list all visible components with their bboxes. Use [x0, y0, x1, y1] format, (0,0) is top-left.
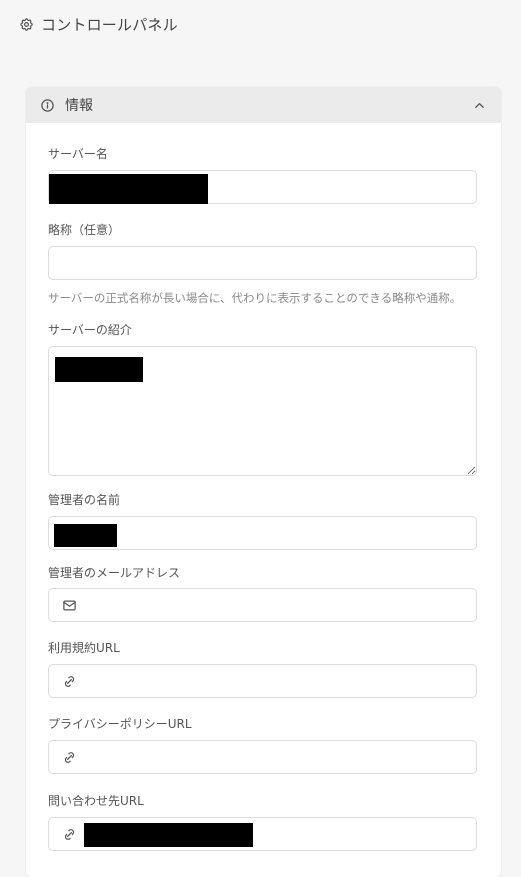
- page-header: コントロールパネル: [19, 14, 178, 34]
- maintainer-email-label: 管理者のメールアドレス: [48, 566, 181, 580]
- short-name-label: 略称（任意）: [48, 223, 121, 237]
- redacted-value: [84, 823, 253, 847]
- short-name-field[interactable]: [48, 246, 477, 280]
- tos-url-field[interactable]: [48, 664, 477, 698]
- maintainer-name-field[interactable]: [48, 516, 477, 550]
- short-name-hint: サーバーの正式名称が長い場合に、代わりに表示することのできる略称や通称。: [48, 291, 462, 305]
- inquiry-url-label: 問い合わせ先URL: [48, 794, 144, 808]
- redacted-value: [54, 524, 117, 547]
- mail-icon: [62, 598, 77, 613]
- info-panel: 情報 サーバー名 略称（任意） サーバーの正式名称が長い場合に、代わりに表示する…: [26, 87, 501, 877]
- gear-icon: [19, 17, 34, 32]
- description-label: サーバーの紹介: [48, 323, 132, 337]
- server-name-field[interactable]: [48, 170, 477, 204]
- inquiry-url-field[interactable]: [48, 817, 477, 851]
- maintainer-name-label: 管理者の名前: [48, 493, 121, 507]
- tos-url-label: 利用規約URL: [48, 641, 120, 655]
- info-panel-header[interactable]: 情報: [26, 87, 501, 123]
- privacy-url-label: プライバシーポリシーURL: [48, 717, 192, 731]
- link-icon: [62, 750, 77, 765]
- link-icon: [62, 827, 77, 842]
- info-icon: [40, 98, 55, 113]
- privacy-url-field[interactable]: [48, 740, 477, 774]
- redacted-value: [55, 357, 143, 382]
- redacted-value: [49, 174, 208, 204]
- link-icon: [62, 674, 77, 689]
- maintainer-email-field[interactable]: [48, 588, 477, 622]
- panel-title: 情報: [65, 98, 93, 114]
- chevron-up-icon[interactable]: [472, 98, 487, 113]
- server-name-label: サーバー名: [48, 147, 108, 161]
- page-title: コントロールパネル: [41, 15, 178, 34]
